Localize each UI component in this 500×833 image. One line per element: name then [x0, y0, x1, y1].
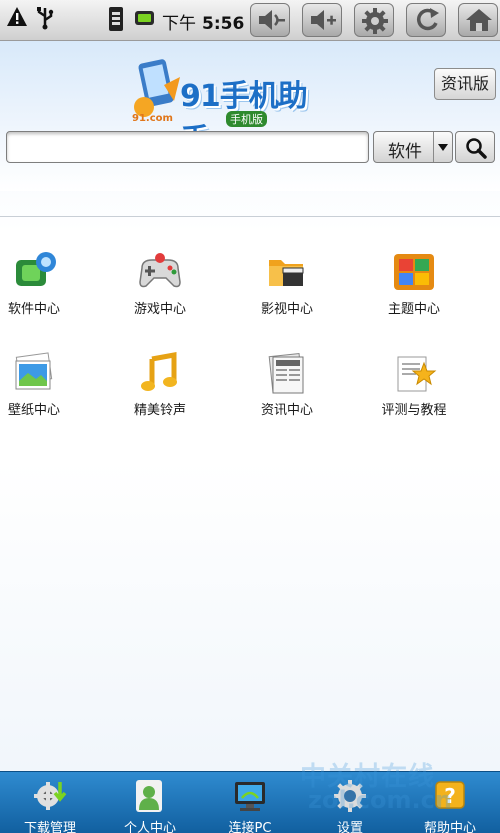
app-logo: 91手机助手 手机版 91.com — [128, 55, 328, 158]
sim-signal-icon — [109, 7, 123, 31]
newspaper-icon — [268, 352, 304, 394]
volume-down-icon — [259, 10, 285, 30]
grid-item-label: 评测与教程 — [381, 403, 447, 418]
wallpaper-icon — [15, 352, 53, 390]
grid-item-label: 游戏中心 — [133, 302, 186, 317]
home-button[interactable] — [458, 3, 498, 37]
music-note-icon — [141, 352, 177, 391]
tab-label: 个人中心 — [123, 821, 176, 833]
monitor-icon — [235, 782, 265, 811]
grid-item-themes[interactable]: 主题中心 — [354, 248, 474, 328]
settings-icon — [334, 780, 366, 812]
status-clock: 5:56 — [202, 14, 245, 34]
volume-down-button[interactable] — [250, 3, 290, 37]
usb-icon — [37, 7, 54, 30]
logo-subtitle: 手机版 — [226, 111, 267, 127]
grid-item-label: 资讯中心 — [260, 403, 313, 418]
grid-item-label: 影视中心 — [260, 302, 313, 317]
tab-connect-pc[interactable]: 连接PC — [200, 772, 300, 833]
logo-domain: 91.com — [132, 113, 173, 124]
tab-label: 下载管理 — [23, 821, 76, 833]
help-icon: ? — [435, 781, 465, 809]
software-center-icon — [16, 252, 56, 286]
person-icon — [136, 780, 162, 812]
grid-item-games[interactable]: 游戏中心 — [100, 248, 220, 328]
back-icon — [417, 8, 439, 31]
bottom-tab-bar: 下载管理 个人中心 连接PC 设置 ? 帮助中心 — [0, 771, 500, 833]
status-time: 下午 5:56 — [162, 9, 244, 34]
battery-icon — [135, 11, 154, 25]
status-bar: 下午 5:56 — [0, 0, 500, 41]
volume-up-icon — [311, 10, 336, 30]
search-icon — [466, 138, 487, 159]
theme-tiles-icon — [394, 254, 434, 290]
warning-icon — [7, 7, 27, 26]
grid-item-label: 主题中心 — [387, 302, 440, 317]
search-input[interactable] — [6, 131, 369, 163]
grid-item-label: 壁纸中心 — [7, 403, 60, 418]
search-button[interactable] — [455, 131, 495, 163]
news-version-button[interactable]: 资讯版 — [434, 68, 496, 100]
tab-download-manager[interactable]: 下载管理 — [0, 772, 100, 833]
header-divider — [0, 216, 500, 217]
settings-button[interactable] — [354, 3, 394, 37]
grid-item-wallpaper[interactable]: 壁纸中心 — [0, 349, 94, 429]
tab-label: 帮助中心 — [423, 821, 476, 833]
video-folder-icon — [269, 260, 304, 286]
svg-text:?: ? — [444, 784, 456, 808]
grid-item-label: 精美铃声 — [133, 403, 186, 418]
review-star-icon — [397, 356, 437, 392]
tab-label: 设置 — [336, 821, 363, 833]
grid-item-label: 软件中心 — [7, 302, 60, 317]
grid-item-ringtones[interactable]: 精美铃声 — [100, 349, 220, 429]
grid-item-video[interactable]: 影视中心 — [227, 248, 347, 328]
category-select-label: 软件 — [388, 142, 422, 162]
grid-item-news[interactable]: 资讯中心 — [227, 349, 347, 429]
chevron-down-icon — [433, 132, 452, 162]
back-button[interactable] — [406, 3, 446, 37]
tab-personal-center[interactable]: 个人中心 — [100, 772, 200, 833]
grid-item-software[interactable]: 软件中心 — [0, 248, 94, 328]
tab-help-center[interactable]: ? 帮助中心 — [400, 772, 500, 833]
download-gear-icon — [34, 782, 67, 810]
tab-label: 连接PC — [228, 821, 272, 833]
category-select[interactable]: 软件 — [373, 131, 453, 163]
grid-item-reviews[interactable]: 评测与教程 — [354, 349, 474, 429]
volume-up-button[interactable] — [302, 3, 342, 37]
status-ampm: 下午 — [162, 14, 196, 34]
game-controller-icon — [139, 253, 181, 288]
settings-gear-icon — [362, 8, 388, 34]
tab-settings[interactable]: 设置 — [300, 772, 400, 833]
app-content: 91手机助手 手机版 91.com 资讯版 软件 软件中心 — [0, 41, 500, 771]
home-icon — [466, 9, 492, 31]
phone-screen: 下午 5:56 91手机助 手机版 91.com 资讯版 软件 软件中心 游戏中… — [0, 0, 500, 833]
